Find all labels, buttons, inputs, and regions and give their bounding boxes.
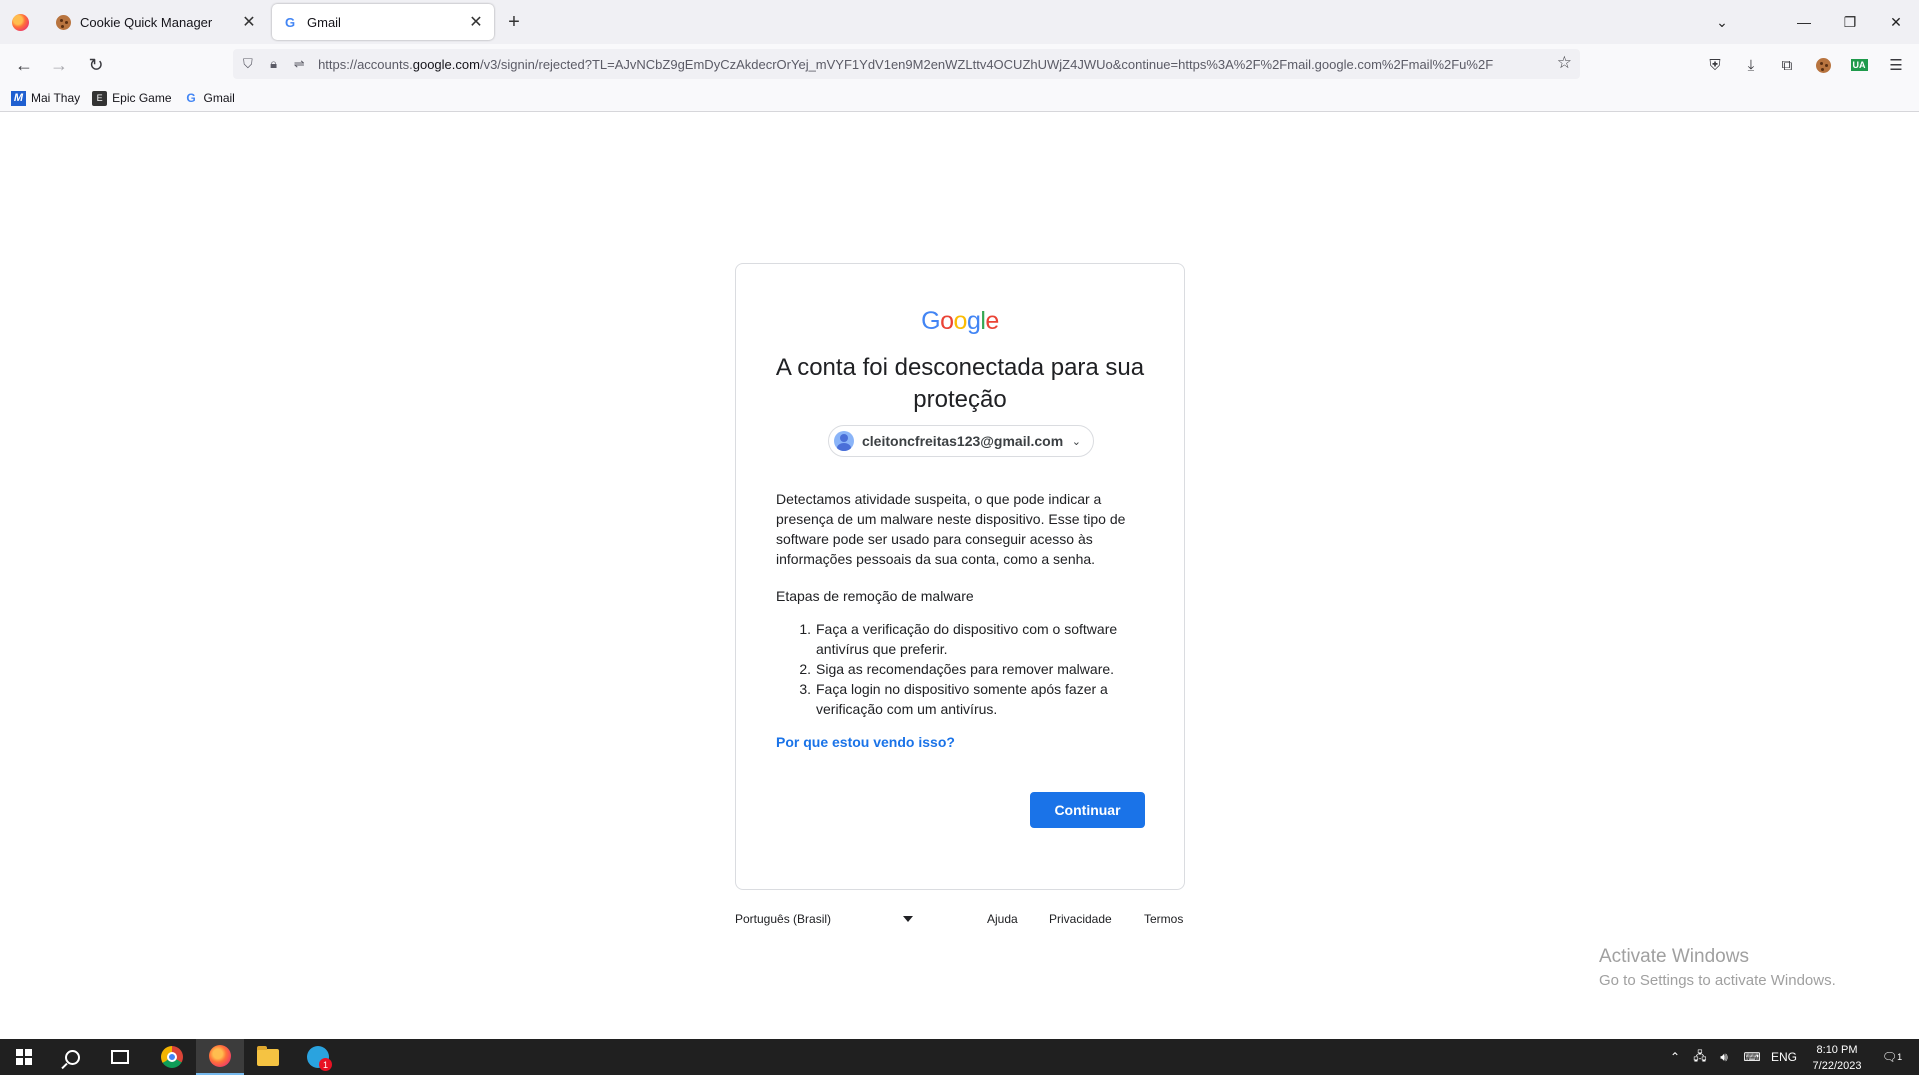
account-email: cleitoncfreitas123@gmail.com: [862, 433, 1064, 449]
search-icon: [64, 1049, 80, 1065]
tab-title: Cookie Quick Manager: [80, 14, 213, 30]
list-item: 1. Faça a verificação do dispositivo com …: [799, 621, 1118, 657]
malware-steps-list: 1. Faça a verificação do dispositivo com …: [776, 619, 1146, 719]
notification-badge: 1: [319, 1058, 332, 1071]
privacy-link[interactable]: Privacidade: [1049, 912, 1112, 926]
close-window-button[interactable]: ✕: [1874, 0, 1918, 44]
page-title: A conta foi desconectada para sua proteç…: [775, 354, 1145, 413]
search-button[interactable]: [48, 1039, 96, 1075]
list-item: 3. Faça login no dispositivo somente após…: [799, 681, 1108, 717]
cookie-icon: [55, 14, 71, 30]
bookmarks-toolbar: M Mai Thay E Epic Game G Gmail: [0, 85, 1919, 112]
folder-icon: [257, 1045, 279, 1066]
epic-games-icon: E: [92, 90, 108, 106]
chevron-down-icon: ⌄: [1071, 435, 1081, 448]
google-g-icon: G: [284, 14, 296, 30]
chevron-up-icon[interactable]: ⌃: [1664, 1039, 1686, 1075]
taskbar-file-explorer[interactable]: [244, 1039, 292, 1075]
language-selector[interactable]: Português (Brasil): [735, 912, 831, 926]
menu-icon[interactable]: ☰: [1882, 51, 1910, 79]
volume-icon[interactable]: 🔊︎: [1712, 1039, 1736, 1075]
telegram-icon: 1: [307, 1046, 332, 1071]
taskbar-chrome[interactable]: [148, 1039, 196, 1075]
tab-bar: Cookie Quick Manager ✕ G Gmail ✕ + ⌄ — ❐…: [0, 0, 1919, 44]
navigation-toolbar: ← → ↻ ⛉ 🔒︎ ⇌ https://accounts.google.com…: [0, 44, 1919, 85]
tab-title: Gmail: [307, 14, 341, 30]
clock-time: 8:10 PM: [1816, 1044, 1858, 1056]
shield-icon[interactable]: ⛉: [237, 53, 259, 75]
downloads-icon[interactable]: ⤓: [1737, 51, 1765, 79]
firefox-view-button[interactable]: [8, 10, 32, 34]
taskbar-telegram[interactable]: 1: [294, 1039, 342, 1075]
notification-icon: 🗨︎: [1881, 1050, 1898, 1064]
warning-description: Detectamos atividade suspeita, o que pod…: [776, 491, 1126, 567]
keyboard-icon[interactable]: ⌨: [1738, 1039, 1766, 1075]
taskbar-firefox[interactable]: [196, 1039, 244, 1075]
windows-taskbar: 1 ⌃ 🖧︎ 🔊︎ ⌨ ENG 8:10 PM 7/22/2023 🗨︎ 1: [0, 1039, 1919, 1075]
account-chooser[interactable]: cleitoncfreitas123@gmail.com ⌄: [828, 425, 1094, 457]
signin-card: Google A conta foi desconectada para sua…: [735, 263, 1185, 890]
list-all-tabs-button[interactable]: ⌄: [1700, 0, 1744, 44]
bookmark-gmail[interactable]: G Gmail: [184, 91, 235, 106]
firefox-icon: [209, 1045, 231, 1067]
mai-thay-icon: M: [11, 90, 26, 106]
permissions-icon[interactable]: ⇌: [288, 53, 310, 75]
lock-icon[interactable]: 🔒︎: [263, 53, 285, 75]
task-view-button[interactable]: [96, 1039, 144, 1075]
firefox-icon: [11, 13, 29, 31]
bookmark-epic-game[interactable]: E Epic Game: [92, 90, 172, 106]
address-bar[interactable]: ⛉ 🔒︎ ⇌ https://accounts.google.com/v3/si…: [233, 49, 1580, 79]
extensions-icon[interactable]: ⧉: [1773, 51, 1801, 79]
list-item: 2. Siga as recomendações para remover mal…: [799, 661, 1115, 677]
bookmark-label: Mai Thay: [31, 91, 81, 105]
windows-icon: [16, 1049, 32, 1065]
notification-count: 1: [1897, 1052, 1903, 1062]
why-am-i-seeing-this-link[interactable]: Por que estou vendo isso?: [776, 734, 955, 750]
restore-button[interactable]: ❐: [1828, 0, 1872, 44]
close-icon[interactable]: ✕: [237, 10, 261, 34]
cookie-manager-extension-icon[interactable]: [1809, 51, 1837, 79]
steps-heading: Etapas de remoção de malware: [776, 588, 974, 604]
watermark-title: Activate Windows: [1599, 946, 1749, 967]
terms-link[interactable]: Termos: [1144, 912, 1183, 926]
new-tab-button[interactable]: +: [502, 10, 526, 34]
pocket-icon[interactable]: ⛨: [1701, 51, 1729, 79]
bookmark-label: Gmail: [203, 91, 235, 105]
dropdown-caret-icon[interactable]: [903, 916, 913, 922]
continue-button[interactable]: Continuar: [1030, 792, 1145, 828]
reload-button[interactable]: ↻: [82, 51, 110, 79]
tab-gmail[interactable]: G Gmail ✕: [272, 4, 494, 40]
page-footer: Português (Brasil) Ajuda Privacidade Ter…: [735, 912, 1185, 932]
system-clock[interactable]: 8:10 PM 7/22/2023: [1804, 1042, 1870, 1074]
bookmark-mai-thay[interactable]: M Mai Thay: [11, 90, 81, 106]
google-logo: Google: [921, 307, 999, 335]
network-icon[interactable]: 🖧︎: [1688, 1039, 1712, 1075]
google-g-icon: G: [186, 91, 196, 105]
start-button[interactable]: [0, 1039, 48, 1075]
help-link[interactable]: Ajuda: [987, 912, 1018, 926]
forward-button[interactable]: →: [45, 51, 73, 79]
url-text[interactable]: https://accounts.google.com/v3/signin/re…: [318, 57, 1580, 72]
user-agent-extension-icon[interactable]: UA: [1845, 51, 1873, 79]
task-view-icon: [111, 1050, 129, 1064]
watermark-subtitle: Go to Settings to activate Windows.: [1599, 972, 1836, 989]
tab-cookie-quick-manager[interactable]: Cookie Quick Manager ✕: [45, 4, 267, 40]
minimize-button[interactable]: —: [1782, 0, 1826, 44]
notification-center-button[interactable]: 🗨︎ 1: [1874, 1039, 1910, 1075]
bookmark-label: Epic Game: [112, 91, 172, 105]
back-button[interactable]: ←: [10, 51, 38, 79]
avatar-icon: [834, 431, 854, 451]
chrome-icon: [161, 1046, 183, 1068]
activate-windows-watermark: Activate Windows Go to Settings to activ…: [1599, 946, 1836, 989]
language-indicator[interactable]: ENG: [1768, 1039, 1800, 1075]
close-icon[interactable]: ✕: [464, 10, 488, 34]
bookmark-star-icon[interactable]: ☆: [1557, 53, 1572, 73]
clock-date: 7/22/2023: [1812, 1060, 1862, 1072]
